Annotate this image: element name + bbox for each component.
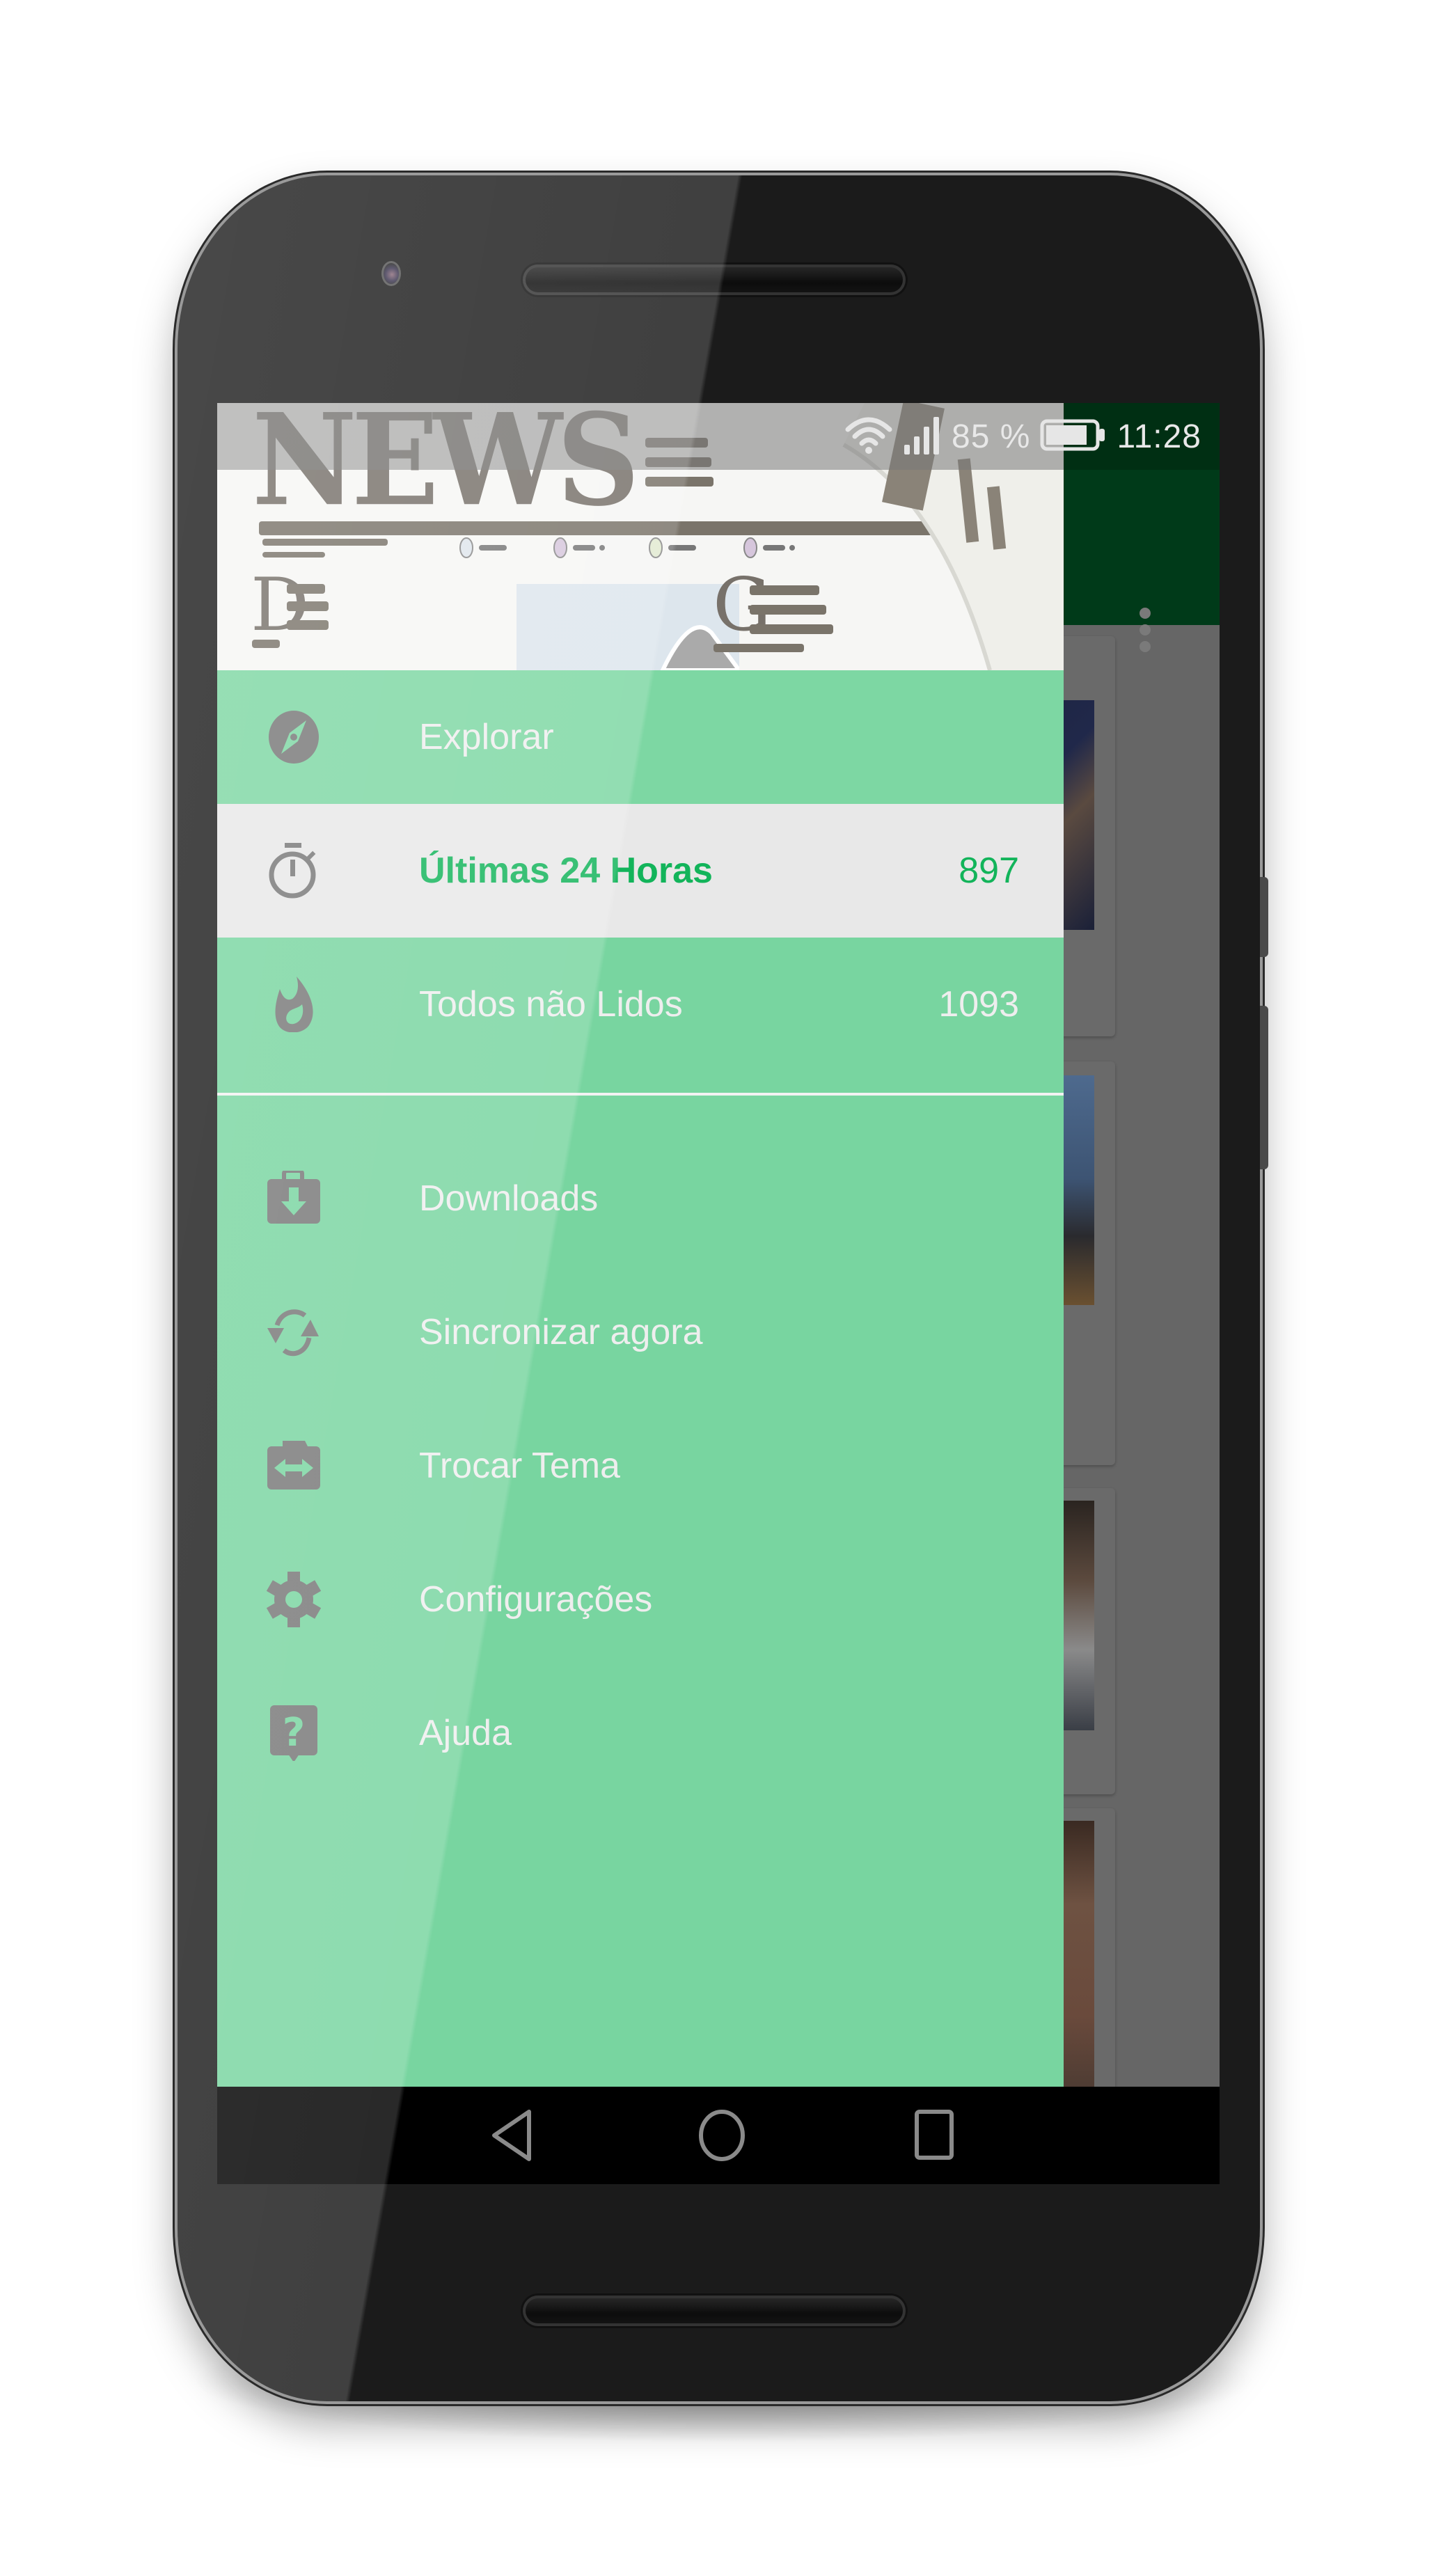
compass-icon	[266, 709, 322, 765]
flame-icon	[266, 977, 322, 1033]
drawer-item-todos-nao-lidos[interactable]: Todos não Lidos 1093	[217, 938, 1064, 1071]
front-camera	[381, 261, 401, 286]
drawer-item-ajuda[interactable]: ? Ajuda	[217, 1666, 1064, 1800]
battery-icon	[1040, 418, 1107, 456]
device-screen: NEWS D	[217, 403, 1220, 2184]
recents-icon[interactable]	[903, 2108, 965, 2163]
drawer-item-trocar-tema[interactable]: Trocar Tema	[217, 1399, 1064, 1533]
drawer-item-label: Trocar Tema	[419, 1446, 620, 1486]
drawer-item-label: Ajuda	[419, 1713, 512, 1753]
cell-signal-icon	[903, 414, 942, 459]
drawer-item-label: Configurações	[419, 1579, 653, 1620]
drawer-item-explorar[interactable]: Explorar	[217, 670, 1064, 804]
battery-percent: 85 %	[952, 418, 1031, 455]
unread-count-badge: 897	[959, 851, 1019, 891]
stopwatch-icon	[266, 843, 322, 899]
drawer-item-downloads[interactable]: Downloads	[217, 1132, 1064, 1265]
volume-button	[1260, 877, 1268, 957]
drawer-item-label: Downloads	[419, 1178, 599, 1219]
bottom-speaker	[523, 2296, 906, 2326]
drawer-item-label: Últimas 24 Horas	[419, 851, 713, 891]
power-button	[1260, 1006, 1268, 1169]
drawer-item-ultimas-24-horas[interactable]: Últimas 24 Horas 897	[217, 804, 1064, 938]
drawer-item-label: Explorar	[419, 717, 554, 757]
earpiece-speaker	[523, 264, 906, 295]
download-bag-icon	[266, 1169, 322, 1226]
home-icon[interactable]	[691, 2108, 753, 2163]
system-navigation-bar	[217, 2087, 1220, 2184]
wifi-icon	[844, 414, 893, 459]
unread-count-badge: 1093	[938, 984, 1019, 1025]
drawer-item-sincronizar[interactable]: Sincronizar agora	[217, 1265, 1064, 1399]
sync-icon	[266, 1304, 322, 1360]
status-bar: 85 % 11:28	[844, 403, 1201, 470]
drawer-item-label: Todos não Lidos	[419, 984, 683, 1025]
svg-text:?: ?	[283, 1710, 305, 1755]
clock: 11:28	[1117, 418, 1201, 455]
gear-icon	[266, 1572, 322, 1627]
drawer-divider	[217, 1093, 1064, 1096]
drawer-item-label: Sincronizar agora	[419, 1312, 703, 1352]
help-icon: ?	[266, 1705, 322, 1762]
header-picture-box	[517, 584, 742, 670]
navigation-drawer: NEWS D	[217, 403, 1064, 2087]
swap-theme-icon	[266, 1438, 322, 1494]
drawer-item-configuracoes[interactable]: Configurações	[217, 1533, 1064, 1666]
back-icon[interactable]	[482, 2108, 544, 2163]
